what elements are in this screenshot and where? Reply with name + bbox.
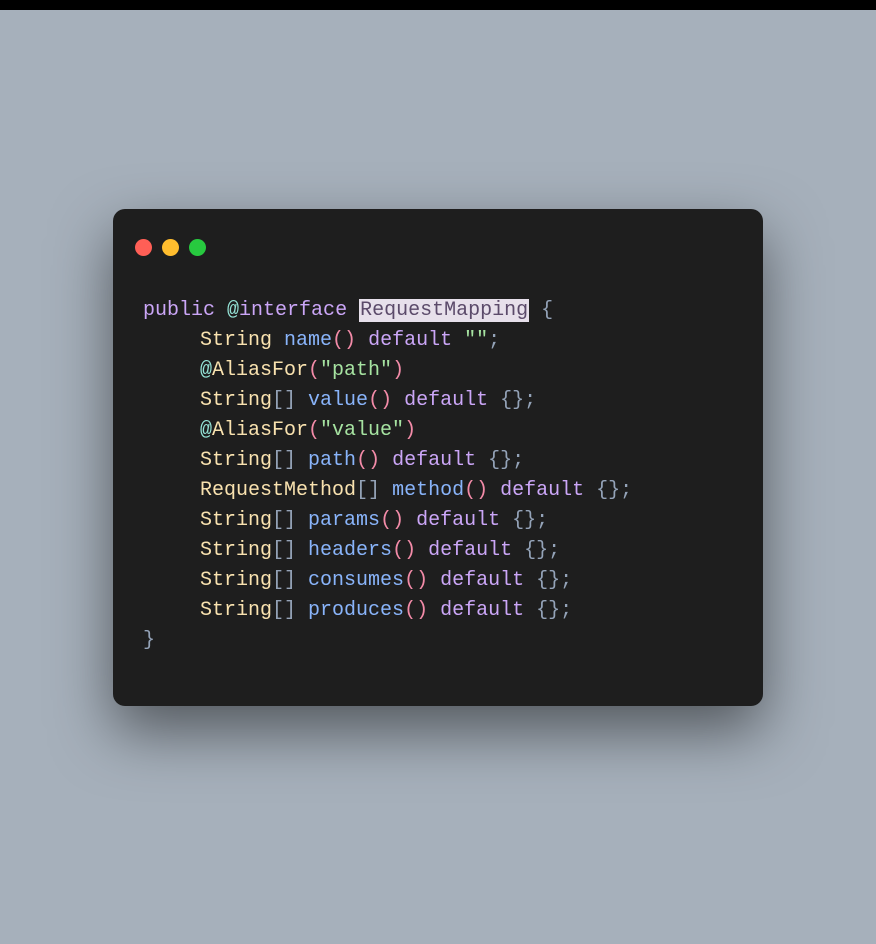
type-string: String (200, 569, 272, 592)
type-string: String (200, 389, 272, 412)
brackets: [] (272, 599, 296, 622)
top-black-bar (0, 0, 876, 10)
method-params: params (308, 509, 380, 532)
keyword-default: default (368, 329, 452, 352)
semicolon: ; (560, 599, 572, 622)
keyword-default: default (440, 569, 524, 592)
semicolon: ; (560, 569, 572, 592)
code-line: String[] produces() default {}; (143, 596, 733, 626)
close-brace: } (143, 629, 155, 652)
method-path: path (308, 449, 356, 472)
keyword-default: default (392, 449, 476, 472)
semicolon: ; (536, 509, 548, 532)
keyword-public: public (143, 299, 215, 322)
empty-braces: {} (500, 509, 536, 532)
empty-braces: {} (584, 479, 620, 502)
minimize-button[interactable] (162, 239, 179, 256)
keyword-default: default (500, 479, 584, 502)
method-consumes: consumes (308, 569, 404, 592)
empty-braces: {} (488, 389, 524, 412)
brackets: [] (272, 449, 296, 472)
string-empty: "" (464, 329, 488, 352)
code-content: public @interface RequestMapping {String… (143, 296, 733, 656)
parens: () (392, 539, 416, 562)
method-method: method (392, 479, 464, 502)
empty-braces: {} (476, 449, 512, 472)
keyword-default: default (440, 599, 524, 622)
code-line: String[] value() default {}; (143, 386, 733, 416)
brackets: [] (272, 509, 296, 532)
semicolon: ; (524, 389, 536, 412)
traffic-lights (135, 239, 733, 256)
parens: () (356, 449, 380, 472)
at-symbol: @ (200, 419, 212, 442)
parens: () (464, 479, 488, 502)
code-line: } (143, 626, 733, 656)
string-value: "value" (320, 419, 404, 442)
code-line: String name() default ""; (143, 326, 733, 356)
keyword-default: default (404, 389, 488, 412)
semicolon: ; (488, 329, 500, 352)
annotation-aliasfor: AliasFor (212, 419, 308, 442)
code-line: @AliasFor("value") (143, 416, 733, 446)
type-string: String (200, 509, 272, 532)
code-line: @AliasFor("path") (143, 356, 733, 386)
parens: () (332, 329, 356, 352)
empty-braces: {} (524, 569, 560, 592)
code-line: RequestMethod[] method() default {}; (143, 476, 733, 506)
semicolon: ; (512, 449, 524, 472)
empty-braces: {} (512, 539, 548, 562)
empty-braces: {} (524, 599, 560, 622)
code-line: public @interface RequestMapping { (143, 296, 733, 326)
code-line: String[] params() default {}; (143, 506, 733, 536)
code-line: String[] headers() default {}; (143, 536, 733, 566)
maximize-button[interactable] (189, 239, 206, 256)
brackets: [] (272, 569, 296, 592)
keyword-default: default (416, 509, 500, 532)
open-brace: { (529, 299, 553, 322)
brackets: [] (272, 539, 296, 562)
code-window: public @interface RequestMapping {String… (113, 209, 763, 706)
type-requestmethod: RequestMethod (200, 479, 356, 502)
annotation-aliasfor: AliasFor (212, 359, 308, 382)
method-produces: produces (308, 599, 404, 622)
brackets: [] (272, 389, 296, 412)
type-string: String (200, 539, 272, 562)
method-name: name (284, 329, 332, 352)
keyword-default: default (428, 539, 512, 562)
method-value: value (308, 389, 368, 412)
parens: () (380, 509, 404, 532)
semicolon: ; (548, 539, 560, 562)
code-line: String[] consumes() default {}; (143, 566, 733, 596)
method-headers: headers (308, 539, 392, 562)
parens: () (368, 389, 392, 412)
type-string: String (200, 599, 272, 622)
brackets: [] (356, 479, 380, 502)
parens: () (404, 599, 428, 622)
type-string: String (200, 449, 272, 472)
close-button[interactable] (135, 239, 152, 256)
at-symbol: @ (200, 359, 212, 382)
string-path: "path" (320, 359, 392, 382)
parens: () (404, 569, 428, 592)
class-name-highlighted: RequestMapping (359, 299, 529, 322)
type-string: String (200, 329, 272, 352)
at-symbol: @ (227, 299, 239, 322)
code-line: String[] path() default {}; (143, 446, 733, 476)
keyword-interface: interface (239, 299, 347, 322)
semicolon: ; (620, 479, 632, 502)
